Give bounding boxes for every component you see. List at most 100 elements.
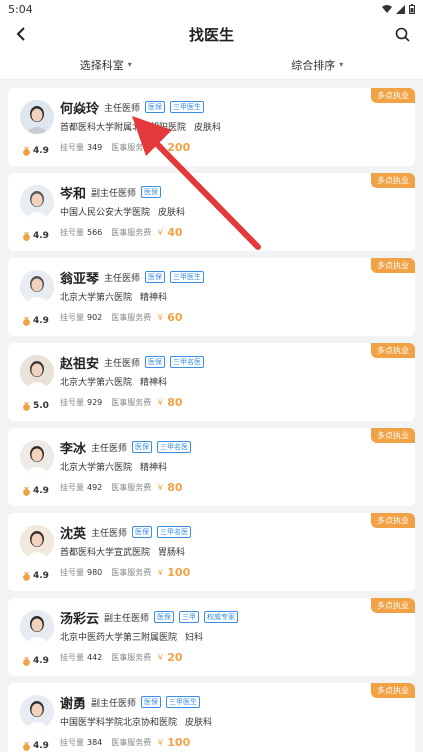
service-fee-value: 100 xyxy=(167,736,191,749)
doctor-tag: 三甲名医 xyxy=(170,356,205,368)
doctor-tag: 医保 xyxy=(154,611,175,623)
service-fee-value: 80 xyxy=(167,396,183,409)
doctor-tag: 医保 xyxy=(141,696,162,708)
doctor-rating: 5.0 xyxy=(22,401,49,411)
currency-symbol: ￥ xyxy=(156,228,165,237)
service-fee-value: 40 xyxy=(167,226,183,239)
registrations-count: 349 xyxy=(87,143,103,152)
department-filter-label: 选择科室 xyxy=(79,58,124,72)
doctor-tag: 三甲名医 xyxy=(157,526,192,538)
medal-icon xyxy=(23,656,30,666)
currency-symbol: ￥ xyxy=(156,738,165,747)
doctor-title: 主任医师 xyxy=(104,273,141,284)
registrations-label: 挂号量 xyxy=(60,653,84,662)
doctor-avatar xyxy=(20,525,54,559)
doctor-name: 李冰 xyxy=(60,441,87,457)
doctor-card[interactable]: 多点执业 4.9 沈英 主任医师 医保三甲名医 首都医科大学宣武医院 胃肠科 xyxy=(8,513,415,591)
doctor-department: 胃肠科 xyxy=(158,548,186,558)
filter-bar: 选择科室 ▾ 综合排序 ▾ xyxy=(0,50,423,80)
registrations-label: 挂号量 xyxy=(60,398,84,407)
doctor-hospital: 北京中医药大学第三附属医院 xyxy=(60,633,178,643)
medal-icon xyxy=(23,571,30,581)
currency-symbol: ￥ xyxy=(156,568,165,577)
currency-symbol: ￥ xyxy=(156,483,165,492)
medal-icon xyxy=(23,146,30,156)
doctor-list: 多点执业 4.9 何焱玲 主任医师 医保 三甲医生 首都医科大学附属北京朝阳医院 … xyxy=(0,80,423,752)
medal-icon xyxy=(23,741,30,751)
doctor-rating: 4.9 xyxy=(22,231,49,241)
sort-filter-label: 综合排序 xyxy=(291,58,336,72)
status-icons xyxy=(382,4,415,14)
registrations-count: 929 xyxy=(87,398,103,407)
doctor-tag: 三甲医生 xyxy=(166,696,201,708)
doctor-avatar xyxy=(20,185,54,219)
doctor-avatar xyxy=(20,695,54,729)
medal-icon xyxy=(23,401,30,411)
registrations-count: 384 xyxy=(87,738,103,747)
doctor-department: 皮肤科 xyxy=(158,208,186,218)
doctor-tag: 三甲名医 xyxy=(157,441,192,453)
registrations-label: 挂号量 xyxy=(60,738,84,747)
doctor-card[interactable]: 多点执业 4.9 谢勇 副主任医师 医保 三甲医生 中国医学科学院北京协和医院 皮… xyxy=(8,683,415,752)
caret-down-icon: ▾ xyxy=(127,60,132,69)
medal-icon xyxy=(23,486,30,496)
doctor-avatar xyxy=(20,355,54,389)
doctor-name: 汤彩云 xyxy=(60,611,100,627)
doctor-tag: 三甲 xyxy=(179,611,200,623)
rating-value: 4.9 xyxy=(33,316,49,326)
department-filter[interactable]: 选择科室 ▾ xyxy=(0,57,212,73)
registrations-count: 980 xyxy=(87,568,103,577)
doctor-rating: 4.9 xyxy=(22,316,49,326)
doctor-department: 精神科 xyxy=(140,293,168,303)
currency-symbol: ￥ xyxy=(156,653,165,662)
chevron-left-icon xyxy=(16,27,25,41)
doctor-avatar xyxy=(20,100,54,134)
doctor-hospital: 中国医学科学院北京协和医院 xyxy=(60,718,178,728)
doctor-avatar xyxy=(20,610,54,644)
doctor-card[interactable]: 多点执业 5.0 赵祖安 主任医师 医保 三甲名医 北京大学第六医院 精神科 挂… xyxy=(8,343,415,421)
status-time: 5:04 xyxy=(8,2,33,16)
back-button[interactable] xyxy=(10,23,32,45)
doctor-card[interactable]: 多点执业 4.9 岑和 副主任医师 医保 中国人民公安大学医院 皮肤科 挂号量 … xyxy=(8,173,415,251)
medal-icon xyxy=(23,316,30,326)
rating-value: 4.9 xyxy=(33,486,49,496)
doctor-name: 赵祖安 xyxy=(60,356,100,372)
service-fee-label: 医事服务费 xyxy=(111,568,152,577)
doctor-name: 沈英 xyxy=(60,526,87,542)
doctor-department: 精神科 xyxy=(140,463,168,473)
doctor-hospital: 北京大学第六医院 xyxy=(60,293,133,303)
search-icon xyxy=(395,27,410,42)
doctor-info: 岑和 副主任医师 医保 中国人民公安大学医院 皮肤科 挂号量 566 医事服务费… xyxy=(60,183,403,239)
service-fee-value: 20 xyxy=(167,651,183,664)
doctor-rating: 4.9 xyxy=(22,571,49,581)
doctor-title: 主任医师 xyxy=(91,443,128,454)
doctor-rating: 4.9 xyxy=(22,741,49,751)
sort-filter[interactable]: 综合排序 ▾ xyxy=(212,57,423,73)
doctor-info: 沈英 主任医师 医保 三甲名医 首都医科大学宣武医院 胃肠科 挂号量 980 医事… xyxy=(60,523,403,579)
doctor-card[interactable]: 多点执业 4.9 李冰 主任医师 医保 三甲名医 北京大学第六医院 精神科 挂号… xyxy=(8,428,415,506)
doctor-hospital: 首都医科大学宣武医院 xyxy=(60,548,151,558)
doctor-hospital: 北京大学第六医院 xyxy=(60,463,133,473)
doctor-tag: 医保 xyxy=(141,186,162,198)
navbar: 找医生 xyxy=(0,18,423,50)
doctor-name: 岑和 xyxy=(60,186,87,202)
doctor-title: 主任医师 xyxy=(104,358,141,369)
rating-value: 4.9 xyxy=(33,146,49,156)
doctor-rating: 4.9 xyxy=(22,486,49,496)
registrations-count: 442 xyxy=(87,653,103,662)
rating-value: 4.9 xyxy=(33,231,49,241)
doctor-card[interactable]: 多点执业 4.9 何焱玲 主任医师 医保 三甲医生 首都医科大学附属北京朝阳医院 … xyxy=(8,88,415,166)
doctor-name: 谢勇 xyxy=(60,696,87,712)
doctor-hospital: 北京大学第六医院 xyxy=(60,378,133,388)
doctor-hospital: 中国人民公安大学医院 xyxy=(60,208,151,218)
doctor-info: 李冰 主任医师 医保 三甲名医 北京大学第六医院 精神科 挂号量 492 医事服务… xyxy=(60,438,403,494)
rating-value: 5.0 xyxy=(33,401,49,411)
doctor-department: 妇科 xyxy=(185,633,204,643)
page-title: 找医生 xyxy=(188,25,234,44)
rating-value: 4.9 xyxy=(33,571,49,581)
doctor-card[interactable]: 多点执业 4.9 翁亚琴 主任医师 医保 三甲医生 北京大学第六医院 精神科 挂… xyxy=(8,258,415,336)
doctor-title: 主任医师 xyxy=(104,103,141,114)
search-button[interactable] xyxy=(391,23,413,45)
doctor-card[interactable]: 多点执业 4.9 汤彩云 副主任医师 医保 三甲 权威专家 北京中医药大学第三附属医… xyxy=(8,598,415,676)
doctor-title: 副主任医师 xyxy=(104,613,150,624)
